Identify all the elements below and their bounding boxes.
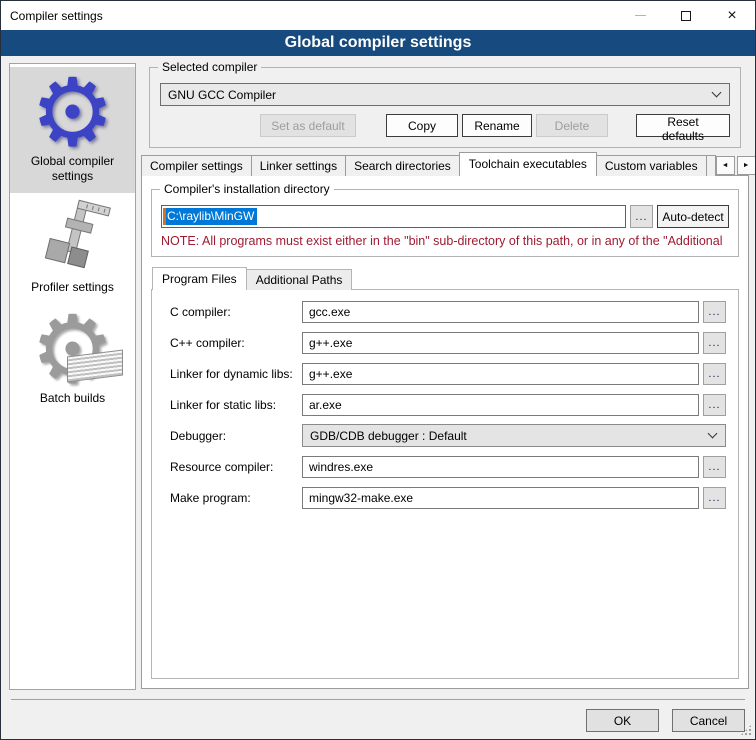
tab-build-options[interactable]: Build options — [706, 155, 716, 176]
field-value: gcc.exe — [309, 305, 350, 319]
tab-scroll-right-button[interactable]: ► — [737, 156, 756, 175]
field-label: C compiler: — [170, 305, 302, 319]
field-row: Debugger: GDB/CDB debugger : Default — [170, 424, 726, 447]
path-row: C:\raylib\MinGW ... Auto-detect — [161, 205, 729, 228]
group-label: Compiler's installation directory — [160, 182, 334, 196]
selected-compiler-group: Selected compiler GNU GCC Compiler Set a… — [149, 67, 741, 148]
titlebar: Compiler settings × — [1, 1, 755, 30]
program-files-panel: C compiler: gcc.exe ... C++ compiler: g+… — [151, 289, 739, 679]
sidebar-item-profiler-settings[interactable]: Profiler settings — [10, 193, 135, 304]
settings-tabstrip: Compiler settings Linker settings Search… — [141, 152, 749, 176]
settings-sidebar: ⚙ Global compiler settings — [9, 63, 136, 690]
installation-directory-group: Compiler's installation directory C:\ray… — [151, 189, 739, 257]
browse-directory-button[interactable]: ... — [630, 205, 653, 228]
field-row: Resource compiler: windres.exe ... — [170, 455, 726, 478]
browse-static-linker-button[interactable]: ... — [703, 394, 726, 416]
compiler-settings-window: Compiler settings × Global compiler sett… — [0, 0, 756, 740]
field-label: Make program: — [170, 491, 302, 505]
tab-toolchain-executables[interactable]: Toolchain executables — [459, 152, 597, 176]
window-controls: × — [617, 1, 755, 30]
tab-search-directories[interactable]: Search directories — [345, 155, 460, 176]
sidebar-item-global-compiler-settings[interactable]: ⚙ Global compiler settings — [10, 67, 135, 193]
resource-compiler-input[interactable]: windres.exe — [302, 456, 699, 478]
installation-directory-input[interactable]: C:\raylib\MinGW — [161, 205, 626, 228]
compiler-actions: Set as default Copy Rename Delete Reset … — [160, 114, 730, 137]
arrow-right-icon: ► — [743, 162, 750, 169]
reset-defaults-button[interactable]: Reset defaults — [636, 114, 730, 137]
icon-wrap: ⚙ — [12, 309, 133, 391]
group-label: Selected compiler — [158, 60, 261, 74]
installation-directory-value: C:\raylib\MinGW — [166, 208, 257, 225]
icon-wrap: ⚙ — [12, 72, 133, 154]
program-subtabs: Program Files Additional Paths — [152, 267, 748, 290]
toolchain-executables-panel: Compiler's installation directory C:\ray… — [141, 175, 749, 689]
selected-compiler-value: GNU GCC Compiler — [168, 88, 276, 102]
main-content: Selected compiler GNU GCC Compiler Set a… — [141, 57, 749, 689]
static-linker-input[interactable]: ar.exe — [302, 394, 699, 416]
browse-cpp-compiler-button[interactable]: ... — [703, 332, 726, 354]
dialog-banner-title: Global compiler settings — [1, 30, 755, 56]
tab-scroll-left-button[interactable]: ◄ — [716, 156, 735, 175]
browse-c-compiler-button[interactable]: ... — [703, 301, 726, 323]
close-icon: × — [727, 8, 736, 24]
rename-button[interactable]: Rename — [462, 114, 532, 137]
minimize-button[interactable] — [617, 1, 663, 30]
field-value: windres.exe — [309, 460, 373, 474]
field-row: Make program: mingw32-make.exe ... — [170, 486, 726, 509]
caliper-icon — [33, 198, 113, 280]
field-row: C++ compiler: g++.exe ... — [170, 331, 726, 354]
field-label: Linker for static libs: — [170, 398, 302, 412]
subtab-program-files[interactable]: Program Files — [152, 267, 247, 290]
c-compiler-input[interactable]: gcc.exe — [302, 301, 699, 323]
sidebar-item-label: Profiler settings — [12, 280, 133, 295]
icon-wrap — [12, 198, 133, 280]
delete-button[interactable]: Delete — [536, 114, 608, 137]
browse-resource-compiler-button[interactable]: ... — [703, 456, 726, 478]
minimize-icon — [635, 15, 646, 16]
copy-button[interactable]: Copy — [386, 114, 458, 137]
field-label: Linker for dynamic libs: — [170, 367, 302, 381]
field-value: ar.exe — [309, 398, 342, 412]
auto-detect-button[interactable]: Auto-detect — [657, 205, 729, 228]
field-label: C++ compiler: — [170, 336, 302, 350]
blue-gear-icon: ⚙ — [30, 73, 114, 153]
make-program-input[interactable]: mingw32-make.exe — [302, 487, 699, 509]
tab-linker-settings[interactable]: Linker settings — [251, 155, 346, 176]
window-title: Compiler settings — [10, 9, 103, 23]
subtab-additional-paths[interactable]: Additional Paths — [246, 269, 353, 290]
arrow-left-icon: ◄ — [722, 162, 729, 169]
dynamic-linker-input[interactable]: g++.exe — [302, 363, 699, 385]
tab-compiler-settings[interactable]: Compiler settings — [141, 155, 252, 176]
footer-divider — [11, 699, 745, 700]
field-value: g++.exe — [309, 336, 352, 350]
field-label: Resource compiler: — [170, 460, 302, 474]
field-row: C compiler: gcc.exe ... — [170, 300, 726, 323]
browse-make-program-button[interactable]: ... — [703, 487, 726, 509]
ok-button[interactable]: OK — [586, 709, 659, 732]
chevron-down-icon — [712, 88, 722, 98]
debugger-value: GDB/CDB debugger : Default — [310, 429, 467, 443]
cancel-button[interactable]: Cancel — [672, 709, 745, 732]
maximize-icon — [681, 11, 691, 21]
debugger-dropdown[interactable]: GDB/CDB debugger : Default — [302, 424, 726, 447]
maximize-button[interactable] — [663, 1, 709, 30]
field-value: g++.exe — [309, 367, 352, 381]
field-row: Linker for dynamic libs: g++.exe ... — [170, 362, 726, 385]
tab-custom-variables[interactable]: Custom variables — [596, 155, 707, 176]
field-label: Debugger: — [170, 429, 302, 443]
chevron-down-icon — [708, 429, 718, 439]
field-row: Linker for static libs: ar.exe ... — [170, 393, 726, 416]
note-text: NOTE: All programs must exist either in … — [161, 234, 729, 248]
selected-compiler-dropdown[interactable]: GNU GCC Compiler — [160, 83, 730, 106]
field-value: mingw32-make.exe — [309, 491, 413, 505]
tab-scroll-controls: ◄ ► — [716, 156, 756, 175]
sidebar-item-batch-builds[interactable]: ⚙ Batch builds — [10, 304, 135, 415]
close-button[interactable]: × — [709, 1, 755, 30]
set-as-default-button[interactable]: Set as default — [260, 114, 356, 137]
cpp-compiler-input[interactable]: g++.exe — [302, 332, 699, 354]
browse-dynamic-linker-button[interactable]: ... — [703, 363, 726, 385]
